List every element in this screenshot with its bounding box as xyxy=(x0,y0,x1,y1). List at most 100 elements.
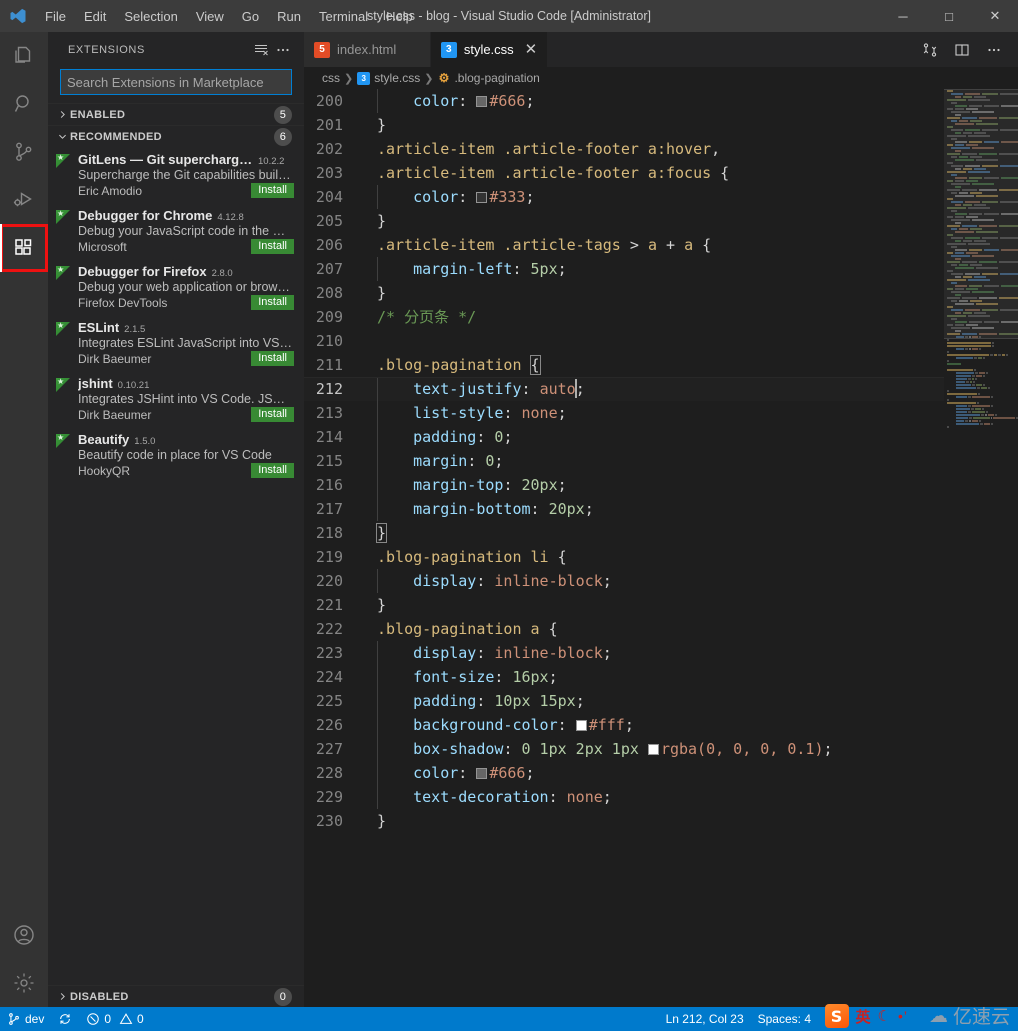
status-cursor-position[interactable]: Ln 212, Col 23 xyxy=(659,1007,751,1031)
code-line[interactable]: 213 list-style: none; xyxy=(304,401,944,425)
code-line[interactable]: 216 margin-top: 20px; xyxy=(304,473,944,497)
code-line[interactable]: 207 margin-left: 5px; xyxy=(304,257,944,281)
breadcrumb-item-css[interactable]: css xyxy=(322,71,340,85)
code-line[interactable]: 226 background-color: #fff; xyxy=(304,713,944,737)
maximize-button[interactable]: □ xyxy=(926,0,972,32)
compare-changes-icon[interactable] xyxy=(916,36,944,64)
list-item[interactable]: ★ Debugger for Chrome 4.12.8 Debug your … xyxy=(48,203,304,259)
minimize-button[interactable]: ─ xyxy=(880,0,926,32)
sidebar-item-extensions[interactable] xyxy=(0,224,48,272)
status-branch[interactable]: dev xyxy=(0,1007,51,1031)
menu-terminal[interactable]: Terminal xyxy=(310,0,377,32)
section-enabled[interactable]: ENABLED 5 xyxy=(48,103,304,125)
ellipsis-icon[interactable] xyxy=(272,39,294,61)
install-button[interactable]: Install xyxy=(251,351,294,366)
close-button[interactable]: ✕ xyxy=(972,0,1018,32)
line-number: 228 xyxy=(315,764,343,782)
ime-mode-label[interactable]: 英 xyxy=(856,1006,871,1027)
code-line[interactable]: 212 text-justify: auto; xyxy=(304,377,944,401)
code-line[interactable]: 219 .blog-pagination li { xyxy=(304,545,944,569)
code-line[interactable]: 205} xyxy=(304,209,944,233)
code-line[interactable]: 217 margin-bottom: 20px; xyxy=(304,497,944,521)
code-line[interactable]: 224 font-size: 16px; xyxy=(304,665,944,689)
code-line[interactable]: 223 display: inline-block; xyxy=(304,641,944,665)
code-line[interactable]: 209 /* 分页条 */ xyxy=(304,305,944,329)
code-line[interactable]: 200 color: #666; xyxy=(304,89,944,113)
list-item[interactable]: ★ jshint 0.10.21 Integrates JSHint into … xyxy=(48,371,304,427)
code-line[interactable]: 230} xyxy=(304,809,944,833)
search-input[interactable] xyxy=(60,69,292,95)
section-disabled[interactable]: DISABLED 0 xyxy=(48,985,304,1007)
status-indentation[interactable]: Spaces: 4 xyxy=(751,1007,818,1031)
tab-index-html[interactable]: 5 index.html ✕ xyxy=(304,32,431,67)
menu-edit[interactable]: Edit xyxy=(75,0,115,32)
line-number: 229 xyxy=(315,788,343,806)
code-line[interactable]: 227 box-shadow: 0 1px 2px 1px rgba(0, 0,… xyxy=(304,737,944,761)
clear-filter-icon[interactable] xyxy=(250,39,272,61)
list-item[interactable]: ★ Debugger for Firefox 2.8.0 Debug your … xyxy=(48,259,304,315)
line-number: 222 xyxy=(315,620,343,638)
close-icon[interactable]: ✕ xyxy=(525,42,538,57)
code-line[interactable]: 202 .article-item .article-footer a:hover… xyxy=(304,137,944,161)
sidebar-item-run-debug[interactable] xyxy=(0,176,48,224)
list-item[interactable]: ★ GitLens — Git supercharged 10.2.2 Supe… xyxy=(48,147,304,203)
code-line[interactable]: 206 .article-item .article-tags > a + a { xyxy=(304,233,944,257)
list-item[interactable]: ★ Beautify 1.5.0 Beautify code in place … xyxy=(48,427,304,483)
code-line[interactable]: 220 display: inline-block; xyxy=(304,569,944,593)
chevron-down-icon xyxy=(54,131,70,142)
install-button[interactable]: Install xyxy=(251,463,294,478)
code-line[interactable]: 203 .article-item .article-footer a:focus… xyxy=(304,161,944,185)
code-line[interactable]: 221} xyxy=(304,593,944,617)
menu-run[interactable]: Run xyxy=(268,0,310,32)
install-button[interactable]: Install xyxy=(251,407,294,422)
breadcrumb-item-file[interactable]: 3 style.css xyxy=(357,71,420,85)
ellipsis-icon[interactable] xyxy=(980,36,1008,64)
code-line[interactable]: 215 margin: 0; xyxy=(304,449,944,473)
tab-style-css[interactable]: 3 style.css ✕ xyxy=(430,32,549,67)
code-token: ; xyxy=(494,452,504,470)
menu-selection[interactable]: Selection xyxy=(115,0,186,32)
code-line[interactable]: 211 .blog-pagination { xyxy=(304,353,944,377)
menu-view[interactable]: View xyxy=(187,0,233,32)
install-button[interactable]: Install xyxy=(251,295,294,310)
line-number: 214 xyxy=(315,428,343,446)
code-line[interactable]: 214 padding: 0; xyxy=(304,425,944,449)
minimap[interactable] xyxy=(944,89,1018,1007)
code-line[interactable]: 204 color: #333; xyxy=(304,185,944,209)
extension-recommendation-icon: ★ xyxy=(56,322,70,336)
code-line[interactable]: 218} xyxy=(304,521,944,545)
minimap-slider[interactable] xyxy=(944,89,1018,339)
install-button[interactable]: Install xyxy=(251,183,294,198)
code-line[interactable]: 222 .blog-pagination a { xyxy=(304,617,944,641)
minimap-line xyxy=(947,357,1018,359)
code-line[interactable]: 208} xyxy=(304,281,944,305)
code-line[interactable]: 229 text-decoration: none; xyxy=(304,785,944,809)
sidebar-item-explorer[interactable] xyxy=(0,32,48,80)
status-sync[interactable] xyxy=(51,1007,79,1031)
menu-go[interactable]: Go xyxy=(233,0,268,32)
extension-description: Integrates ESLint JavaScript into VS C..… xyxy=(78,336,294,350)
breadcrumb-item-symbol[interactable]: ⚙ .blog-pagination xyxy=(437,71,540,85)
install-button[interactable]: Install xyxy=(251,239,294,254)
menu-file[interactable]: File xyxy=(36,0,75,32)
status-problems[interactable]: 0 0 xyxy=(79,1007,150,1031)
section-recommended[interactable]: RECOMMENDED 6 xyxy=(48,125,304,147)
menu-help[interactable]: Help xyxy=(377,0,422,32)
code-token: : xyxy=(476,644,495,662)
gear-icon[interactable] xyxy=(0,959,48,1007)
ime-moon-icon[interactable]: ☾ xyxy=(878,1007,891,1025)
accounts-icon[interactable] xyxy=(0,911,48,959)
list-item[interactable]: ★ ESLint 2.1.5 Integrates ESLint JavaScr… xyxy=(48,315,304,371)
code-line[interactable]: 210 xyxy=(304,329,944,353)
split-editor-icon[interactable] xyxy=(948,36,976,64)
code-line[interactable]: 228 color: #666; xyxy=(304,761,944,785)
sidebar-item-search[interactable] xyxy=(0,80,48,128)
sidebar-item-source-control[interactable] xyxy=(0,128,48,176)
code-line[interactable]: 225 padding: 10px 15px; xyxy=(304,689,944,713)
sogou-logo-icon[interactable]: S xyxy=(824,1004,849,1028)
ime-dots-icon[interactable]: •’ xyxy=(898,1008,908,1024)
code-line[interactable]: 201} xyxy=(304,113,944,137)
code-scroll-area[interactable]: 200 color: #666; 201} 202 .article-item .ar… xyxy=(304,89,944,1007)
